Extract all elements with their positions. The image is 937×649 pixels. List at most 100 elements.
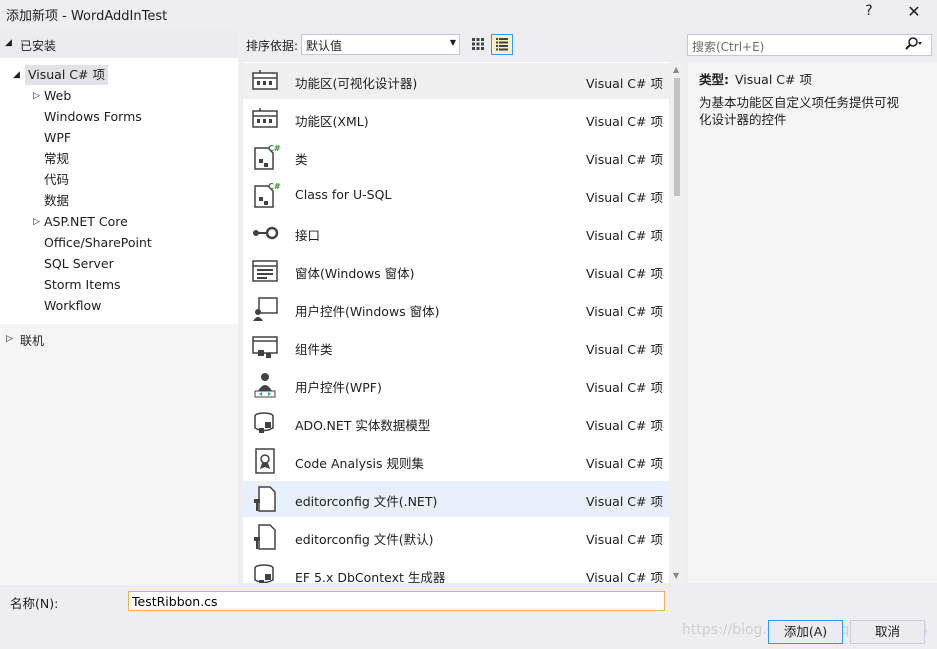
online-header[interactable]: ▷ 联机 [0,324,238,352]
component-icon [250,333,280,361]
ruleset-icon [250,447,280,475]
tree-item[interactable]: ASP.NET Core [44,212,128,232]
tree-item-label: Office/SharePoint [44,235,152,250]
template-name: 类 [295,152,308,167]
template-row[interactable]: 窗体(Windows 窗体) Visual C# 项 [243,253,669,289]
template-type: Visual C# 项 [586,570,663,583]
category-pane: ◢ 已安装 Visual C# 项 ◢ Web ▷ Windows Forms WPF 常规… [0,30,238,585]
tree-item[interactable]: Visual C# 项 [25,65,108,85]
svg-text:C#: C# [268,182,280,191]
template-list: 功能区(可视化设计器) Visual C# 项功能区(XML) Visual C# … [243,62,669,583]
grid-view-button[interactable] [467,34,489,55]
svg-text:C#: C# [268,144,280,153]
detail-type-value: Visual C# 项 [735,72,812,87]
wpf-user-control-icon [250,371,280,399]
tree-item[interactable]: Workflow [44,296,101,316]
template-type: Visual C# 项 [586,266,663,281]
template-row[interactable]: ADO.NET 实体数据模型 Visual C# 项 [243,405,669,441]
template-name: Class for U-SQL [295,187,392,202]
class-icon: C# [250,181,281,209]
data-model-icon [250,561,280,583]
template-type: Visual C# 项 [586,456,663,471]
sort-label: 排序依据: [246,39,299,53]
template-row[interactable]: 用户控件(WPF) Visual C# 项 [243,367,669,403]
tree-item[interactable]: Office/SharePoint [44,233,152,253]
template-name: 用户控件(Windows 窗体) [295,304,440,319]
scroll-up-icon[interactable]: ▲ [673,65,679,74]
tree-item-label: Windows Forms [44,109,142,124]
template-row[interactable]: 功能区(XML) Visual C# 项 [243,101,669,137]
search-icon[interactable] [905,37,923,55]
tree-item[interactable]: Storm Items [44,275,121,295]
close-button[interactable]: ✕ [902,2,926,22]
expand-caret-icon[interactable]: ▷ [33,91,40,101]
template-name: 接口 [295,228,321,243]
tree-item[interactable]: 数据 [44,191,69,211]
title-bar: 添加新项 - WordAddInTest ? ✕ [0,0,937,27]
template-name: editorconfig 文件(.NET) [295,494,438,509]
category-tree: Visual C# 项 ◢ Web ▷ Windows Forms WPF 常规代码 数据 AS… [0,58,238,324]
template-type: Visual C# 项 [586,418,663,433]
tree-item-label: Web [44,88,72,103]
template-row[interactable]: C# Class for U-SQL Visual C# 项 [243,177,669,213]
template-row[interactable]: editorconfig 文件(.NET) Visual C# 项 [243,481,669,517]
list-view-icon [496,38,508,51]
template-name: ADO.NET 实体数据模型 [295,418,431,433]
template-row[interactable]: Code Analysis 规则集 Visual C# 项 [243,443,669,479]
template-type: Visual C# 项 [586,342,663,357]
template-name: EF 5.x DbContext 生成器 [295,570,446,583]
scroll-thumb[interactable] [674,78,680,196]
template-name: 功能区(XML) [295,114,369,129]
template-row[interactable]: editorconfig 文件(默认) Visual C# 项 [243,519,669,555]
list-scrollbar[interactable]: ▲ ▼ [670,62,684,583]
user-control-icon [250,295,280,323]
tree-item-label: Workflow [44,298,102,313]
data-model-icon [250,409,280,437]
config-file-icon [250,523,280,551]
collapse-caret-icon[interactable]: ◢ [5,38,12,48]
name-input[interactable] [128,591,665,611]
template-name: 功能区(可视化设计器) [295,76,418,91]
template-name: Code Analysis 规则集 [295,456,424,471]
template-type: Visual C# 项 [586,76,663,91]
tree-item[interactable]: Windows Forms [44,107,142,127]
template-row[interactable]: EF 5.x DbContext 生成器 Visual C# 项 [243,557,669,583]
search-input[interactable]: 搜索(Ctrl+E) [692,38,764,55]
online-label: 联机 [20,334,45,348]
class-icon: C# [250,143,281,171]
tree-item[interactable]: Web [44,86,71,106]
cancel-button[interactable]: 取消 [850,620,925,644]
sort-dropdown[interactable]: 默认值 ▼ [301,34,460,55]
search-box[interactable]: 搜索(Ctrl+E) [687,34,932,56]
template-row[interactable]: 接口 Visual C# 项 [243,215,669,251]
detail-pane: 类型: Visual C# 项 为基本功能区自定义项任务提供可视化设计器的控件 [688,62,937,583]
tree-item-label: ASP.NET Core [44,214,128,229]
template-row[interactable]: 功能区(可视化设计器) Visual C# 项 [243,63,669,99]
form-icon [250,257,280,285]
scroll-down-icon[interactable]: ▼ [673,571,679,580]
installed-label: 已安装 [20,39,57,53]
tree-item-label: 常规 [44,151,70,166]
tree-item-label: WPF [44,130,72,145]
ribbon-icon [250,105,280,133]
tree-item[interactable]: SQL Server [44,254,114,274]
config-file-icon [250,485,280,513]
expand-caret-icon[interactable]: ▷ [33,217,40,227]
expand-caret-icon[interactable]: ▷ [6,334,13,344]
window-title: 添加新项 - WordAddInTest [6,9,168,24]
add-button[interactable]: 添加(A) [768,620,843,644]
installed-header[interactable]: ◢ 已安装 [0,30,238,58]
template-row[interactable]: C# 类 Visual C# 项 [243,139,669,175]
help-button[interactable]: ? [857,3,881,23]
dropdown-arrow-icon: ▼ [449,38,456,47]
tree-item[interactable]: 代码 [44,170,69,190]
collapse-caret-icon[interactable]: ◢ [13,70,20,80]
sort-value: 默认值 [306,39,343,53]
tree-item[interactable]: WPF [44,128,71,148]
tree-item[interactable]: 常规 [44,149,69,169]
template-type: Visual C# 项 [586,190,663,205]
template-row[interactable]: 组件类 Visual C# 项 [243,329,669,365]
template-type: Visual C# 项 [586,114,663,129]
template-row[interactable]: 用户控件(Windows 窗体) Visual C# 项 [243,291,669,327]
list-view-button[interactable] [491,34,513,55]
